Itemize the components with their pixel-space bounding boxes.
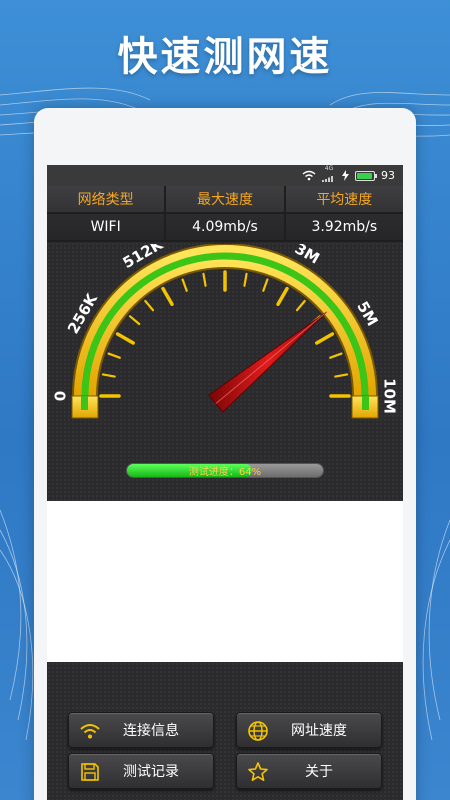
gauge-tick bbox=[295, 299, 306, 312]
gauge-tick bbox=[334, 373, 349, 378]
average-speed-value: 3.92mb/s bbox=[285, 214, 403, 242]
gauge-left-green-cap bbox=[81, 396, 88, 410]
header-network-type: 网络类型 bbox=[47, 186, 167, 214]
gauge-tick bbox=[181, 278, 188, 292]
star-icon bbox=[248, 762, 268, 781]
speed-test-panel: 网络类型 最大速度 平均速度 WIFI 4.09mb/s 3.92mb/s 0 … bbox=[47, 186, 403, 501]
gauge-right-green-cap bbox=[362, 396, 369, 410]
test-progress-bar: 测试进度：64% bbox=[126, 463, 324, 478]
gauge-scale-label: 0 bbox=[52, 391, 70, 401]
promo-headline: 快速测网速 bbox=[117, 34, 333, 80]
app-screen: 4G 93 网络类型 最大速度 平均速度 WIFI 4.09mb/s 3.92m… bbox=[47, 165, 403, 800]
table-row: WIFI 4.09mb/s 3.92mb/s bbox=[47, 214, 403, 242]
gauge-tick bbox=[115, 332, 135, 345]
status-bar: 4G 93 bbox=[47, 165, 403, 186]
gauge-tick bbox=[128, 315, 141, 326]
network-type-value: WIFI bbox=[47, 214, 167, 242]
battery-level: 93 bbox=[381, 169, 395, 182]
charging-bolt-icon bbox=[342, 170, 349, 181]
gauge-tick bbox=[276, 286, 289, 306]
gauge-tick bbox=[161, 286, 174, 306]
about-button[interactable]: 关于 bbox=[236, 753, 382, 789]
progress-label: 测试进度：64% bbox=[188, 467, 262, 478]
gauge-tick bbox=[101, 373, 116, 378]
battery-icon bbox=[355, 170, 377, 181]
table-header-row: 网络类型 最大速度 平均速度 bbox=[47, 186, 403, 214]
bottom-action-bar: 连接信息 网址速度 测试记录 关于 bbox=[47, 662, 403, 800]
gauge-tick bbox=[329, 352, 343, 359]
gauge-scale-label: 10M bbox=[381, 378, 399, 414]
speed-gauge: 0256K512K1M3M5M10M bbox=[52, 244, 399, 419]
gauge-tick bbox=[107, 352, 121, 359]
globe-icon bbox=[248, 721, 268, 741]
save-disk-icon bbox=[81, 763, 99, 781]
speed-info-table: 网络类型 最大速度 平均速度 WIFI 4.09mb/s 3.92mb/s bbox=[47, 186, 403, 242]
max-speed-value: 4.09mb/s bbox=[166, 214, 286, 242]
gauge-tick bbox=[262, 278, 269, 292]
gauge-tick bbox=[202, 272, 207, 287]
gauge-tick bbox=[144, 299, 155, 312]
url-speed-button[interactable]: 网址速度 bbox=[236, 712, 382, 748]
connection-info-button[interactable]: 连接信息 bbox=[68, 712, 214, 748]
gauge-needle-highlight bbox=[215, 311, 328, 405]
gauge-tick bbox=[243, 272, 248, 287]
cellular-signal-icon: 4G bbox=[322, 166, 336, 185]
network-type-label: 4G bbox=[324, 165, 334, 172]
wifi-signal-icon bbox=[302, 170, 316, 181]
gauge-tick bbox=[315, 332, 335, 345]
header-max-speed: 最大速度 bbox=[166, 186, 286, 214]
header-average-speed: 平均速度 bbox=[285, 186, 403, 214]
test-records-button[interactable]: 测试记录 bbox=[68, 753, 214, 789]
wifi-icon bbox=[80, 724, 100, 739]
